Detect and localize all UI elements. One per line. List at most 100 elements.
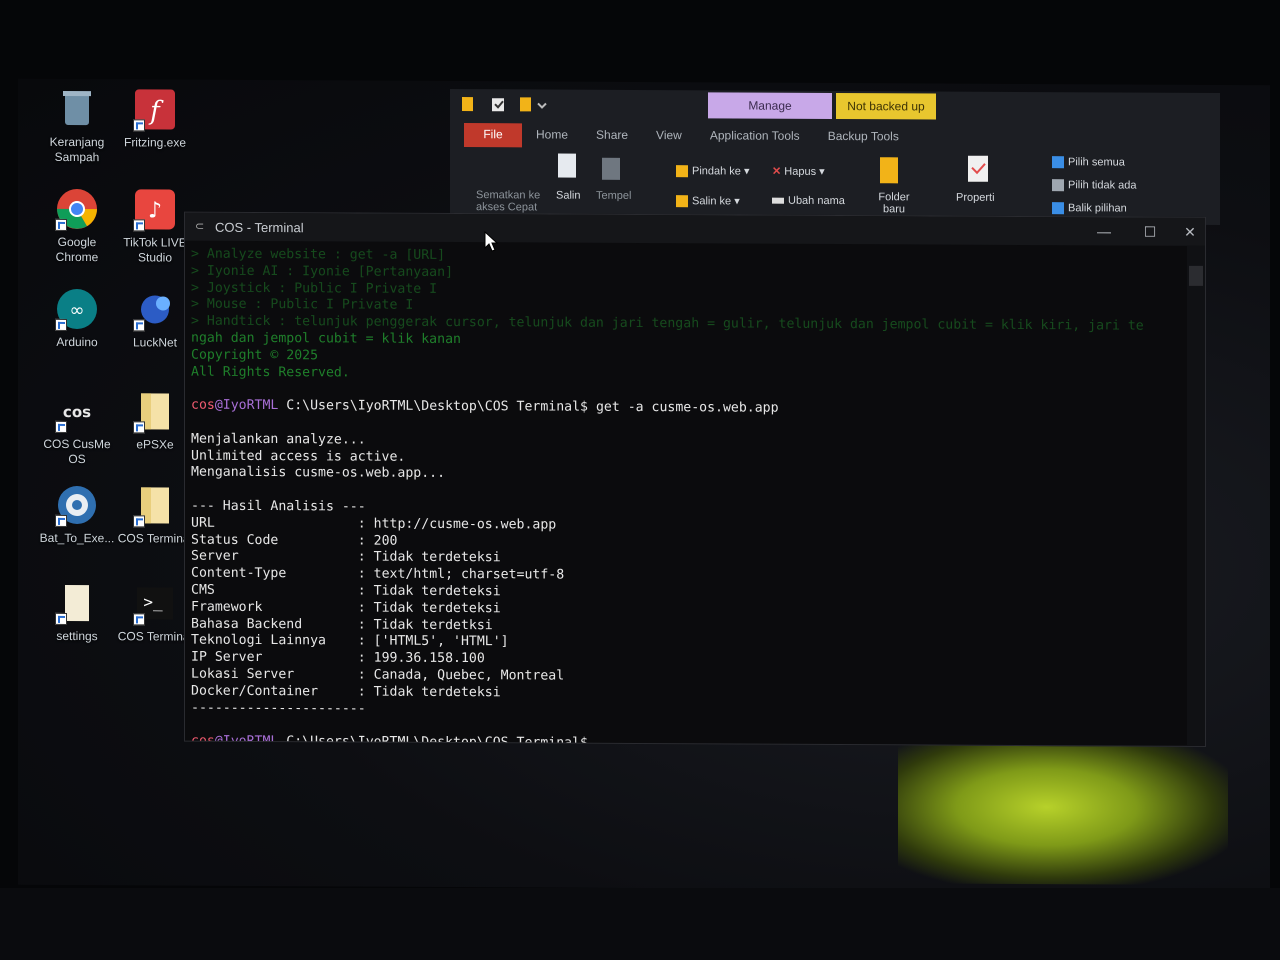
copy-button[interactable]: Salin (556, 190, 580, 202)
desktop-icons: Keranjang Sampah f Fritzing.exe Google Chro… (18, 79, 1270, 644)
fritzing-icon: f (133, 87, 177, 132)
desktop-icon-label: COS Terminal (117, 531, 193, 546)
terminal-title: COS - Terminal (215, 219, 304, 236)
backup-status-tab[interactable]: Not backed up (836, 93, 936, 120)
shortcut-arrow-icon (55, 218, 67, 231)
folder-icon (133, 483, 177, 528)
desktop-icon-label: Keranjang Sampah (49, 134, 105, 165)
quick-access-toolbar[interactable] (462, 95, 552, 113)
result-separator: : (325, 684, 374, 700)
recycle-bin-icon (55, 87, 99, 131)
desktop-icon-label: TikTok LIVE Studio (123, 235, 187, 265)
result-header: --- Hasil Analisis --- (191, 498, 366, 515)
tab-share[interactable]: Share (582, 124, 642, 148)
terminal-text: > Joystick : Public I Private I (191, 280, 438, 297)
tiktok-live-icon: ♪ (133, 187, 177, 232)
result-key: Status Code (191, 532, 326, 548)
scroll-thumb[interactable] (1189, 265, 1203, 286)
desktop-icon-label: Fritzing.exe (123, 135, 187, 150)
paste-button[interactable]: Tempel (596, 190, 631, 202)
shortcut-arrow-icon (55, 514, 67, 527)
minimize-button[interactable]: — (1089, 221, 1119, 241)
result-value: Tidak terdeteksi (373, 583, 501, 600)
desktop-icon[interactable]: Keranjang Sampah (38, 87, 116, 165)
tab-file[interactable]: File (464, 123, 522, 148)
result-separator: : (325, 650, 374, 666)
desktop-icon-label: Bat_To_Exe... (39, 530, 115, 546)
shortcut-arrow-icon (133, 515, 145, 528)
monitor-bezel (0, 888, 1280, 960)
result-separator: : (325, 549, 374, 565)
result-key: Teknologi Lainnya (191, 632, 326, 649)
invert-selection-button[interactable]: Balik pilihan (1052, 202, 1127, 215)
result-key: Docker/Container (191, 683, 326, 700)
mouse-pointer-icon (484, 231, 499, 252)
tab-backup-tools[interactable]: Backup Tools (814, 125, 913, 150)
desktop-icon-label: ePSXe (136, 437, 174, 452)
desktop-icon[interactable]: >_ COS Terminal (116, 581, 194, 644)
close-button[interactable]: ✕ (1175, 222, 1205, 242)
terminal-window[interactable]: ⊂ COS - Terminal — ☐ ✕ > Analyze website… (184, 211, 1206, 747)
shortcut-arrow-icon (133, 421, 145, 434)
result-value: 199.36.158.100 (373, 650, 485, 667)
new-folder-button[interactable]: Folder baru (874, 191, 914, 215)
tab-home[interactable]: Home (522, 123, 582, 147)
pin-quick-access-button[interactable]: Sematkan ke akses Cepat (476, 189, 548, 213)
svg-text:♪: ♪ (148, 198, 162, 223)
tab-view[interactable]: View (642, 124, 696, 148)
result-separator: : (325, 583, 374, 599)
desktop-icon-label: Google Chrome (55, 234, 99, 265)
shortcut-arrow-icon (55, 318, 67, 331)
file-explorer-window: Manage Not backed up File Home Share Vie… (450, 88, 1220, 226)
desktop-icon[interactable]: f Fritzing.exe (116, 87, 194, 150)
ribbon-large-icons (558, 153, 988, 184)
desktop-icon[interactable]: settings (38, 581, 116, 644)
desktop-icon[interactable]: ePSXe (116, 389, 194, 452)
properties-button[interactable]: Properti (956, 192, 995, 204)
gear-icon (55, 483, 99, 527)
terminal-text: > Iyonie AI : Iyonie [Pertanyaan] (191, 263, 454, 280)
cos-icon: cos (55, 389, 99, 433)
shortcut-arrow-icon (133, 319, 145, 332)
result-value: Tidak terdeteksi (373, 684, 501, 700)
desktop-icon-label: COS Terminal (117, 629, 193, 644)
desktop-icon[interactable]: COS Terminal (116, 483, 194, 546)
chrome-icon (55, 187, 99, 231)
prompt-path: C:\Users\IyoRTML\Desktop\COS Terminal$ (278, 398, 589, 415)
result-key: Bahasa Backend (191, 616, 326, 632)
prompt-host: @IyoRTML (214, 733, 279, 746)
monitor-screen: Keranjang Sampah f Fritzing.exe Google Chro… (18, 78, 1270, 892)
result-separator: : (325, 667, 374, 683)
terminal-scrollbar[interactable] (1187, 245, 1205, 746)
desktop-icon[interactable]: LuckNet (116, 287, 194, 350)
result-value: Canada, Quebec, Montreal (373, 667, 565, 684)
shortcut-arrow-icon (133, 219, 145, 232)
result-value: text/html; charset=utf-8 (373, 566, 565, 583)
folder-icon (676, 195, 688, 208)
tab-application-tools[interactable]: Application Tools (696, 124, 814, 149)
result-value: ['HTML5', 'HTML'] (373, 633, 509, 650)
svg-text:cos: cos (63, 403, 91, 421)
rename-icon (772, 197, 784, 204)
copy-to-button[interactable]: Salin ke ▾ (676, 194, 740, 208)
desktop-icon[interactable]: ∞ Arduino (38, 287, 116, 350)
result-separator: : (325, 633, 374, 649)
result-key: Content-Type (191, 565, 326, 582)
desktop-icon[interactable]: cos COS CusMe OS (38, 389, 116, 467)
desktop-icon-label: settings (56, 628, 98, 644)
arduino-icon: ∞ (55, 287, 99, 331)
desktop-icon[interactable]: Bat_To_Exe... (38, 483, 116, 546)
manage-context-tab[interactable]: Manage (708, 92, 832, 119)
maximize-button[interactable]: ☐ (1135, 222, 1165, 242)
terminal-text: Menjalankan analyze... (191, 431, 366, 448)
desktop-icon[interactable]: Google Chrome (38, 187, 116, 265)
terminal-output[interactable]: > Analyze website : get -a [URL] > Iyonie… (185, 241, 1187, 746)
rename-button[interactable]: Ubah nama (772, 195, 845, 207)
shortcut-arrow-icon (133, 119, 145, 132)
terminal-text: Copyright © 2025 (191, 347, 319, 364)
terminal-text: ngah dan jempol cubit = klik kanan (191, 330, 461, 348)
result-footer: ---------------------- (191, 700, 366, 717)
shortcut-arrow-icon (55, 420, 67, 433)
result-key: URL (191, 515, 326, 532)
desktop-icon[interactable]: ♪ TikTok LIVE Studio (116, 187, 194, 265)
